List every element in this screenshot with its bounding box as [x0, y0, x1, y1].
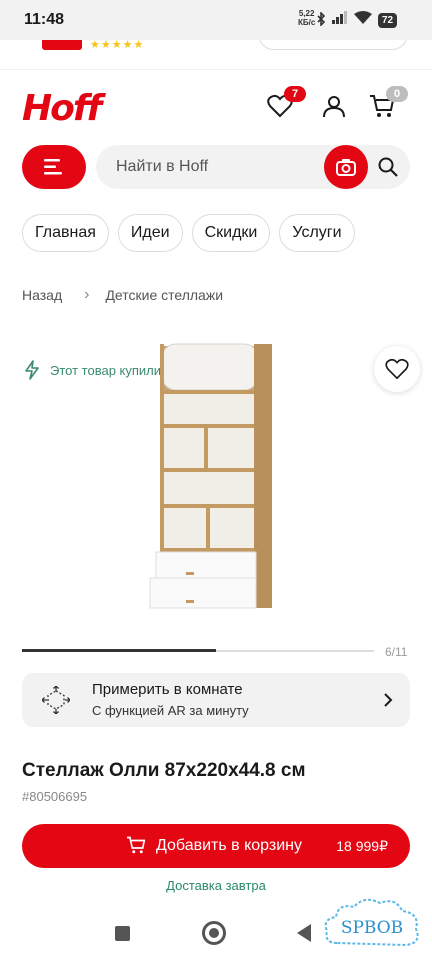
recents-button[interactable] [115, 926, 130, 941]
catalog-menu-button[interactable] [22, 145, 86, 189]
product-price: 18 999₽ [336, 838, 388, 854]
status-time: 11:48 [24, 11, 65, 28]
menu-icon [44, 159, 62, 175]
chevron-right-icon: › [84, 286, 90, 303]
chip-home[interactable]: Главная [22, 214, 109, 252]
user-icon [323, 96, 345, 118]
heart-icon [385, 358, 409, 380]
watermark-text: SPBOB [341, 918, 403, 938]
network-speed-value: 5,22 [298, 9, 315, 18]
breadcrumb-back-link[interactable]: Назад [22, 287, 62, 303]
signal-icon [332, 11, 348, 29]
search-button[interactable] [372, 151, 404, 183]
product-image[interactable] [146, 342, 276, 610]
network-speed: 5,22 КБ/с [298, 9, 315, 27]
search-bar [96, 145, 410, 189]
status-icons: 72 [316, 10, 398, 29]
delivery-link[interactable]: Доставка завтра [0, 878, 432, 893]
rating-stars-icon: ★★★★★ [90, 40, 145, 51]
cart-badge: 0 [386, 86, 408, 102]
home-dot-icon [209, 928, 219, 938]
bluetooth-icon [316, 10, 326, 29]
previous-banner-strip: ★★★★★ [0, 40, 432, 70]
profile-button[interactable] [318, 90, 350, 122]
chip-ideas[interactable]: Идеи [117, 214, 183, 252]
network-speed-unit: КБ/с [298, 18, 316, 27]
status-bar: 11:48 5,22 КБ/с 72 [0, 0, 432, 40]
camera-search-button[interactable] [324, 145, 368, 189]
search-icon [378, 157, 398, 177]
add-to-cart-button[interactable]: Добавить в корзину 18 999₽ [22, 824, 410, 868]
promo-badge [42, 40, 82, 50]
cart-button[interactable]: 0 [366, 86, 408, 122]
add-to-cart-label: Добавить в корзину [156, 837, 303, 854]
breadcrumb: Назад › Детские стеллажи [22, 286, 223, 304]
lightning-icon [25, 360, 39, 380]
battery-indicator: 72 [378, 12, 398, 28]
back-button[interactable] [297, 924, 311, 942]
promo-pill[interactable] [258, 40, 408, 50]
ar-card-subtitle: С функцией AR за минуту [92, 703, 249, 718]
ar-card-title: Примерить в комнате [92, 681, 243, 698]
breadcrumb-category-link[interactable]: Детские стеллажи [105, 287, 223, 303]
hoff-logo[interactable]: Hoff [22, 88, 102, 129]
search-input[interactable] [116, 145, 316, 189]
cart-icon [127, 836, 146, 854]
product-title: Стеллаж Олли 87х220х44.8 см [22, 760, 306, 781]
add-to-favorites-button[interactable] [374, 346, 420, 392]
wifi-icon [354, 11, 372, 29]
chip-services[interactable]: Услуги [279, 214, 355, 252]
gallery-counter: 6/11 [385, 645, 408, 659]
watermark-logo: SPBOB [324, 898, 419, 947]
gallery-progress [22, 649, 374, 652]
ar-icon [42, 686, 70, 714]
home-button[interactable] [202, 921, 226, 945]
camera-icon [336, 159, 356, 176]
nav-chips: Главная Идеи Скидки Услуги [22, 214, 355, 252]
chevron-right-icon [384, 693, 393, 707]
chip-discounts[interactable]: Скидки [191, 214, 271, 252]
favorites-button[interactable]: 7 [264, 86, 306, 122]
ar-try-card[interactable]: Примерить в комнате С функцией AR за мин… [22, 673, 410, 727]
product-sku: #80506695 [22, 789, 88, 804]
favorites-badge: 7 [284, 86, 306, 102]
gallery-progress-fill [22, 649, 216, 652]
